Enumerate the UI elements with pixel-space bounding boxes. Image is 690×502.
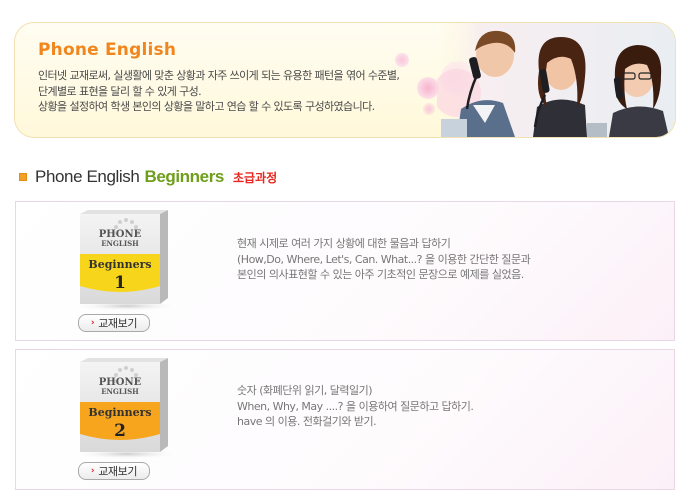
- course-description: 현재 시제로 여러 가지 상황에 대한 물음과 답하기 (How,Do, Whe…: [237, 236, 657, 283]
- banner-description: 인터넷 교재로써, 실생활에 맞춘 상황과 자주 쓰이게 되는 유용한 패턴을 …: [38, 68, 438, 115]
- banner-title: Phone English: [38, 40, 177, 60]
- section-title-course-type: 초급과정: [232, 170, 278, 185]
- course-desc-line: When, Why, May ....? 을 이용하여 질문하고 답하기.: [237, 399, 474, 413]
- decor-bubble: [395, 53, 409, 67]
- banner-desc-line: 인터넷 교재로써, 실생활에 맞춘 상황과 자주 쓰이게 되는 유용한 패턴을 …: [38, 69, 400, 82]
- view-textbook-label: 교재보기: [98, 465, 138, 478]
- book-cover-image: PHONE ENGLISH Beginners 1: [73, 210, 181, 311]
- book-cover-line2: ENGLISH: [101, 239, 139, 248]
- book-cover-number: 1: [114, 273, 126, 293]
- view-textbook-label: 교재보기: [98, 317, 138, 330]
- banner-desc-line: 단계별로 표현을 달리 할 수 있게 구성.: [38, 84, 202, 98]
- book-cover-image: PHONE ENGLISH Beginners 2: [73, 358, 181, 459]
- banner-photo-people-on-phones: [437, 23, 675, 137]
- section-title-main: Phone English: [35, 167, 140, 186]
- book-cover-line2: ENGLISH: [101, 387, 139, 396]
- view-textbook-button[interactable]: › 교재보기: [78, 462, 150, 480]
- chevron-right-icon: ›: [90, 466, 95, 476]
- course-desc-line: have 의 이용. 전화걸기와 받기.: [237, 415, 377, 428]
- course-description: 숫자 (화폐단위 읽기, 달력일기) When, Why, May ....? …: [237, 383, 657, 430]
- book-cover-level: Beginners: [88, 258, 151, 271]
- banner-desc-line: 상황을 설정하여 학생 본인의 상황을 말하고 연습 할 수 있도록 구성하였습…: [38, 100, 375, 113]
- view-textbook-button[interactable]: › 교재보기: [78, 314, 150, 332]
- course-desc-line: 현재 시제로 여러 가지 상황에 대한 물음과 답하기: [237, 237, 451, 250]
- section-heading: Phone English Beginners 초급과정: [19, 166, 277, 188]
- course-card-2: PHONE ENGLISH Beginners 2 › 교재보기 숫자 (화폐단…: [15, 349, 675, 490]
- course-desc-line: 숫자 (화폐단위 읽기, 달력일기): [237, 384, 373, 397]
- square-bullet-icon: [19, 173, 27, 181]
- book-cover-level: Beginners: [88, 406, 151, 419]
- chevron-right-icon: ›: [90, 318, 95, 328]
- course-desc-line: (How,Do, Where, Let's, Can. What...? 을 이…: [237, 252, 531, 266]
- section-title-level: Beginners: [144, 167, 224, 186]
- course-desc-line: 본인의 의사표현할 수 있는 아주 기초적인 문장으로 예제를 실었음.: [237, 268, 524, 281]
- book-cover-number: 2: [114, 421, 126, 441]
- course-card-1: PHONE ENGLISH Beginners 1 › 교재보기 현재 시제로 …: [15, 201, 675, 341]
- intro-banner: Phone English 인터넷 교재로써, 실생활에 맞춘 상황과 자주 쓰…: [14, 22, 676, 138]
